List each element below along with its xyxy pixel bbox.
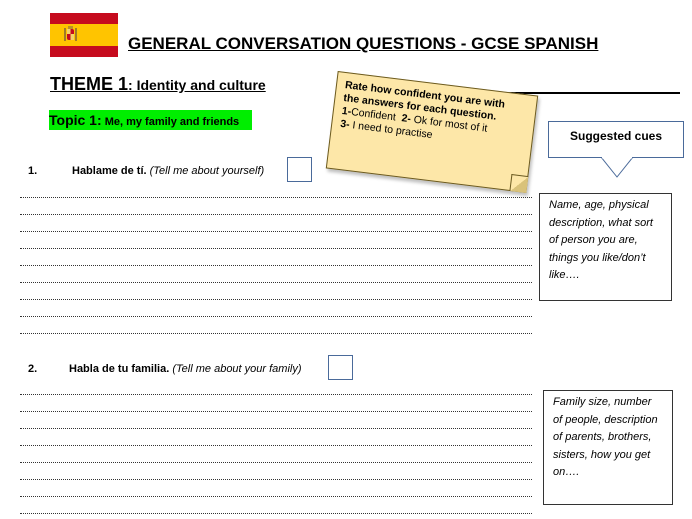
coat-of-arms-icon [64, 26, 77, 41]
question-2-text: Habla de tu familia. (Tell me about your… [69, 363, 302, 375]
question-number: 1. [28, 165, 38, 177]
question-1-text: Hablame de tí. (Tell me about yourself) [72, 165, 264, 177]
answer-line[interactable] [20, 197, 532, 198]
confidence-rating-box-1[interactable] [287, 157, 312, 182]
answer-line[interactable] [20, 282, 532, 283]
answer-line[interactable] [20, 496, 532, 497]
answer-line[interactable] [20, 265, 532, 266]
answer-line[interactable] [20, 394, 532, 395]
theme-label: THEME 1 [50, 74, 129, 94]
answer-line[interactable] [20, 316, 532, 317]
flag-yellow-band [50, 24, 118, 46]
answer-line[interactable] [20, 214, 532, 215]
answer-line[interactable] [20, 333, 532, 334]
confidence-note: Rate how confident you are with the answ… [325, 71, 539, 193]
answer-line[interactable] [20, 428, 532, 429]
answer-line[interactable] [20, 479, 532, 480]
answer-line[interactable] [20, 411, 532, 412]
question-english: (Tell me about your family) [172, 363, 302, 375]
question-1: 1. [28, 165, 37, 177]
answer-line[interactable] [20, 299, 532, 300]
answer-line[interactable] [20, 445, 532, 446]
suggested-cues-callout: Suggested cues [548, 121, 684, 158]
question-number: 2. [28, 363, 38, 375]
question-spanish: Habla de tu familia. [69, 363, 170, 375]
answer-line[interactable] [20, 231, 532, 232]
theme-heading: THEME 1: Identity and culture [50, 74, 266, 95]
confidence-rating-box-2[interactable] [328, 355, 353, 380]
question-english: (Tell me about yourself) [149, 165, 265, 177]
topic-label: Topic 1: [49, 112, 102, 128]
answer-line[interactable] [20, 248, 532, 249]
flag-red-band-bottom [50, 46, 118, 57]
cue-box-2: Family size, number of people, descripti… [543, 390, 673, 505]
topic-heading: Topic 1: Me, my family and friends [49, 110, 252, 130]
spain-flag-icon [50, 13, 118, 57]
answer-line[interactable] [20, 513, 532, 514]
topic-subtitle: Me, my family and friends [101, 116, 240, 128]
question-2: 2. [28, 363, 37, 375]
cue-box-1: Name, age, physical description, what so… [539, 193, 672, 301]
flag-red-band-top [50, 13, 118, 24]
theme-subtitle: : Identity and culture [128, 77, 266, 93]
note-folded-corner [509, 173, 529, 193]
answer-line[interactable] [20, 462, 532, 463]
callout-arrow-icon [600, 157, 634, 178]
page-title: GENERAL CONVERSATION QUESTIONS - GCSE SP… [128, 34, 599, 53]
question-spanish: Hablame de tí. [72, 165, 147, 177]
